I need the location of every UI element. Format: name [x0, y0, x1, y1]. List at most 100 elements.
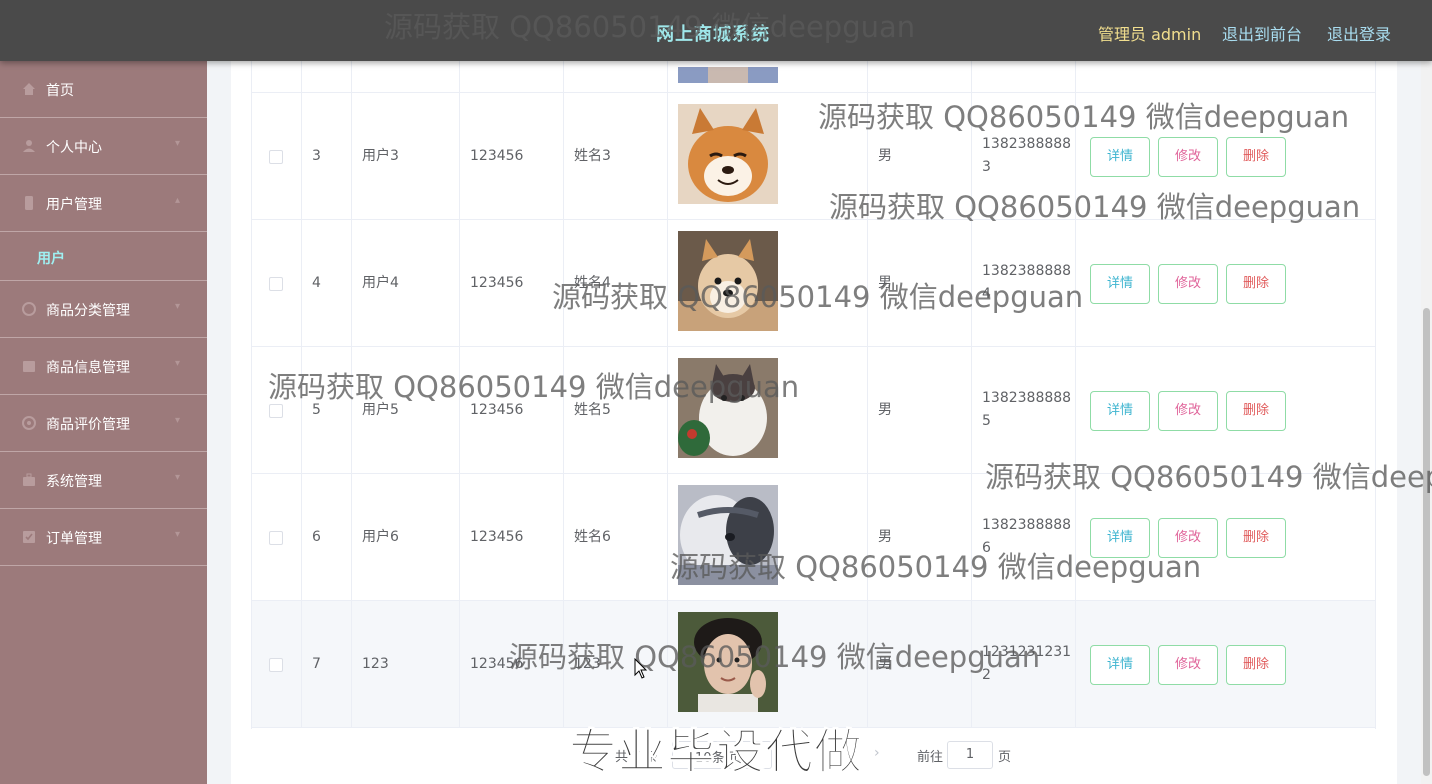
- chevron-down-icon: ▾: [175, 301, 181, 312]
- mouse-cursor-icon: [634, 657, 648, 684]
- cell-phone: 1382388888: [982, 263, 1072, 279]
- sidebar-item-product-review[interactable]: 商品评价管理 ▾: [0, 395, 207, 452]
- detail-button[interactable]: 详情: [1090, 518, 1150, 558]
- table-cell: [302, 474, 352, 600]
- cell-gender: 男: [878, 529, 892, 545]
- category-icon: [22, 302, 36, 316]
- sidebar-item-personal-center[interactable]: 个人中心 ▾: [0, 118, 207, 175]
- avatar: [678, 104, 778, 204]
- cell-account: 用户3: [362, 148, 399, 164]
- row-checkbox[interactable]: [269, 277, 283, 291]
- scrollbar-thumb[interactable]: [1423, 308, 1430, 776]
- cell-id: 5: [312, 402, 321, 418]
- admin-label: 管理员 admin: [1098, 25, 1202, 44]
- edit-button[interactable]: 修改: [1158, 645, 1218, 685]
- compass-icon: [22, 416, 36, 430]
- sidebar-item-label: 订单管理: [46, 531, 102, 547]
- cell-name: 姓名3: [574, 148, 611, 164]
- pager-goto-label: 前往: [917, 750, 944, 765]
- briefcase-icon: [22, 473, 36, 487]
- detail-button[interactable]: 详情: [1090, 264, 1150, 304]
- chevron-down-icon: ▾: [175, 358, 181, 369]
- chevron-down-icon: ▾: [175, 529, 181, 540]
- logout-link[interactable]: 退出登录: [1327, 21, 1391, 45]
- cell-phone-wrap: 6: [982, 540, 991, 556]
- edit-button[interactable]: 修改: [1158, 264, 1218, 304]
- watermark-banner: 专业毕设代做: [568, 724, 864, 781]
- sidebar-subitem-users[interactable]: 用户: [0, 232, 207, 281]
- table-row: 4 用户4 123456 姓名4 男 1382388888 4 详情 修改 删除: [252, 220, 1375, 347]
- cell-password: 123456: [470, 402, 524, 418]
- sidebar-item-home[interactable]: 首页: [0, 61, 207, 118]
- delete-button[interactable]: 删除: [1226, 645, 1286, 685]
- cell-gender: 男: [878, 656, 892, 672]
- sidebar-item-label: 用户管理: [46, 197, 102, 213]
- cell-phone: 1382388888: [982, 136, 1072, 152]
- cell-password: 123456: [470, 148, 524, 164]
- sidebar-item-order-management[interactable]: 订单管理 ▾: [0, 509, 207, 566]
- sidebar-item-user-management[interactable]: 用户管理 ▴: [0, 175, 207, 232]
- edit-button[interactable]: 修改: [1158, 391, 1218, 431]
- cell-account: 用户6: [362, 529, 399, 545]
- cell-phone-wrap: 4: [982, 286, 991, 302]
- edit-button[interactable]: 修改: [1158, 137, 1218, 177]
- chevron-up-icon: ▴: [175, 195, 181, 206]
- sidebar-item-product-info[interactable]: 商品信息管理 ▾: [0, 338, 207, 395]
- exit-to-front-link[interactable]: 退出到前台: [1222, 21, 1302, 45]
- cell-id: 7: [312, 656, 321, 672]
- chevron-down-icon: ▾: [175, 415, 181, 426]
- row-checkbox[interactable]: [269, 531, 283, 545]
- delete-button[interactable]: 删除: [1226, 264, 1286, 304]
- table-row: 7 123 123456 123 男 1231231231 2 详情 修改 删除: [252, 601, 1375, 728]
- phone-icon: [22, 196, 36, 210]
- sidebar-item-label: 首页: [46, 83, 74, 99]
- cell-phone-wrap: 5: [982, 413, 991, 429]
- detail-button[interactable]: 详情: [1090, 137, 1150, 177]
- table-row: 5 用户5 123456 姓名5 男 1382388888 5 详情 修改 删除: [252, 347, 1375, 474]
- top-header: 网上商城系统 管理员 admin 退出到前台 退出登录: [0, 0, 1432, 61]
- user-table: 3 用户3 123456 姓名3 男 1382388888 3 详情 修改 删除 4 用户4 12345…: [251, 0, 1376, 729]
- cell-gender: 男: [878, 402, 892, 418]
- sidebar-item-system-management[interactable]: 系统管理 ▾: [0, 452, 207, 509]
- cell-id: 6: [312, 529, 321, 545]
- chevron-down-icon: ▾: [175, 138, 181, 149]
- cell-password: 123456: [470, 275, 524, 291]
- cell-name: 123: [574, 656, 601, 672]
- cell-name: 姓名6: [574, 529, 611, 545]
- sidebar-item-label: 商品信息管理: [46, 360, 130, 376]
- sidebar-item-label: 系统管理: [46, 474, 102, 490]
- cell-account: 用户5: [362, 402, 399, 418]
- table-cell: [302, 601, 352, 727]
- person-icon: [22, 139, 36, 153]
- app-title: 网上商城系统: [656, 24, 770, 45]
- avatar: [678, 485, 778, 585]
- detail-button[interactable]: 详情: [1090, 645, 1150, 685]
- avatar: [678, 358, 778, 458]
- cell-name: 姓名4: [574, 275, 611, 291]
- next-page-icon[interactable]: ›: [874, 745, 880, 761]
- delete-button[interactable]: 删除: [1226, 391, 1286, 431]
- home-icon: [22, 82, 36, 96]
- row-checkbox[interactable]: [269, 404, 283, 418]
- edit-button[interactable]: 修改: [1158, 518, 1218, 558]
- cell-id: 4: [312, 275, 321, 291]
- cell-phone-wrap: 2: [982, 667, 991, 683]
- page-number-input[interactable]: 1: [947, 741, 993, 769]
- cell-password: 123456: [470, 656, 524, 672]
- row-checkbox[interactable]: [269, 150, 283, 164]
- avatar: [678, 67, 778, 83]
- detail-button[interactable]: 详情: [1090, 391, 1150, 431]
- cell-account: 123: [362, 656, 389, 672]
- chevron-down-icon: ▾: [175, 472, 181, 483]
- calendar-icon: [22, 359, 36, 373]
- delete-button[interactable]: 删除: [1226, 137, 1286, 177]
- cell-password: 123456: [470, 529, 524, 545]
- sidebar-item-category-management[interactable]: 商品分类管理 ▾: [0, 281, 207, 338]
- cell-id: 3: [312, 148, 321, 164]
- sidebar-subitem-label: 用户: [37, 251, 65, 267]
- row-checkbox[interactable]: [269, 658, 283, 672]
- delete-button[interactable]: 删除: [1226, 518, 1286, 558]
- cell-name: 姓名5: [574, 402, 611, 418]
- cell-phone: 1231231231: [982, 644, 1072, 660]
- cell-gender: 男: [878, 148, 892, 164]
